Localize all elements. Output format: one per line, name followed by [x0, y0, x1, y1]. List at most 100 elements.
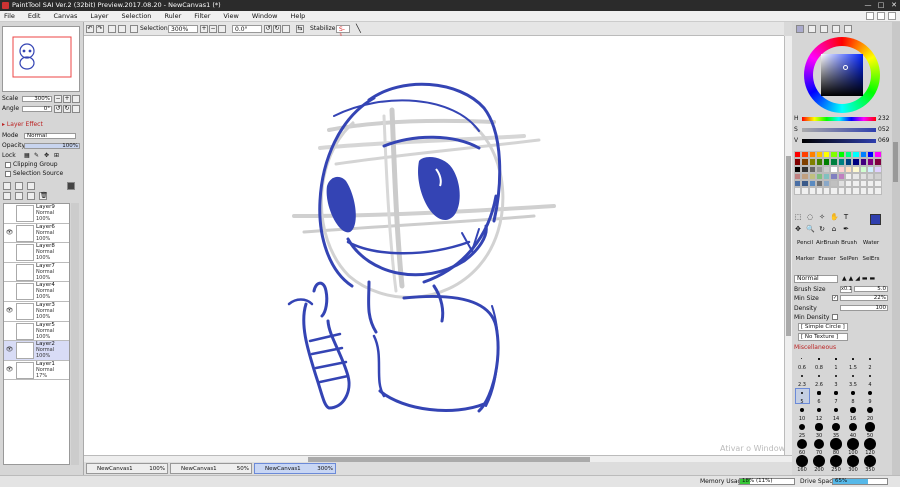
swatches-tab-icon[interactable]: [832, 25, 840, 33]
close-button[interactable]: ✕: [888, 0, 900, 11]
color-swatch[interactable]: [859, 151, 867, 159]
color-swatch[interactable]: [845, 165, 853, 173]
brush-size-dot[interactable]: [852, 358, 854, 360]
lasso-icon[interactable]: ◌: [806, 213, 814, 221]
color-swatch[interactable]: [837, 180, 846, 188]
color-swatch[interactable]: [794, 151, 802, 159]
tool-airbrush[interactable]: AirBrush: [816, 240, 839, 246]
color-swatch[interactable]: [830, 172, 838, 181]
angle-ccw-button[interactable]: ↺: [54, 105, 62, 113]
brush-size-dot[interactable]: [834, 374, 838, 378]
layer-row[interactable]: Layer8 Normal 100%: [4, 243, 69, 263]
color-swatch[interactable]: [859, 158, 867, 166]
color-swatch[interactable]: [866, 180, 875, 188]
layer-row[interactable]: 👁 Layer1 Normal 17%: [4, 360, 69, 381]
menu-file[interactable]: File: [4, 12, 15, 20]
brush-size-dot[interactable]: [813, 455, 825, 467]
brush-size-dot[interactable]: [851, 374, 855, 378]
color-swatch[interactable]: [830, 158, 838, 166]
clipping-group-row[interactable]: Clipping Group: [2, 161, 80, 169]
color-swatch[interactable]: [794, 187, 802, 195]
scratchpad-tab-icon[interactable]: [844, 25, 852, 33]
layer-visibility-icon[interactable]: 👁: [5, 346, 14, 355]
brush-size-dot[interactable]: [816, 407, 822, 413]
layer-visibility-icon[interactable]: [5, 268, 14, 277]
zoom-in-button[interactable]: +: [200, 25, 208, 33]
brush-mode-select[interactable]: Normal: [794, 275, 838, 283]
rgb-slider-tab-icon[interactable]: [808, 25, 816, 33]
document-tab[interactable]: NewCanvas1 300%: [254, 463, 336, 474]
layer-visibility-icon[interactable]: [5, 327, 14, 336]
menu-help[interactable]: Help: [290, 12, 305, 20]
brush-size-dot[interactable]: [834, 391, 838, 395]
color-wheel-tab-icon[interactable]: [796, 25, 804, 33]
brush-size-dot[interactable]: [864, 438, 876, 450]
scale-minus-button[interactable]: −: [54, 95, 62, 103]
color-swatch[interactable]: [874, 172, 882, 181]
redo-icon[interactable]: ↷: [96, 25, 104, 33]
brush-size-dot[interactable]: [868, 391, 872, 395]
color-swatch[interactable]: [808, 187, 816, 195]
layer-row[interactable]: Layer4 Normal 100%: [4, 282, 69, 302]
lock-paint-icon[interactable]: ✎: [34, 152, 39, 160]
color-swatch[interactable]: [823, 172, 831, 181]
color-swatch[interactable]: [823, 180, 831, 188]
brush-shape-presets[interactable]: ▲▲◢▬▬: [842, 275, 888, 283]
doc-close-button[interactable]: [888, 12, 896, 20]
color-swatch[interactable]: [852, 180, 860, 188]
color-swatch[interactable]: [837, 187, 846, 195]
color-swatch[interactable]: [794, 158, 802, 166]
scale-plus-button[interactable]: +: [63, 95, 71, 103]
zoom-out-button[interactable]: −: [209, 25, 217, 33]
min-density-checkbox[interactable]: [832, 314, 838, 320]
value-slider[interactable]: [802, 139, 876, 143]
brush-size-dot[interactable]: [801, 375, 803, 377]
tool-pencil[interactable]: Pencil: [794, 240, 816, 246]
color-swatch[interactable]: [815, 180, 824, 188]
layer-effect-header[interactable]: ▸ Layer Effect: [2, 121, 80, 129]
angle-cw-button[interactable]: ↻: [63, 105, 71, 113]
maximize-button[interactable]: □: [875, 0, 887, 11]
selection-visibility-icon[interactable]: [130, 25, 138, 33]
brush-size-dot[interactable]: [847, 455, 859, 467]
eyedropper-icon[interactable]: ✒: [842, 225, 850, 233]
brush-size-dot[interactable]: [796, 438, 808, 450]
menu-edit[interactable]: Edit: [28, 12, 41, 20]
tool-marker[interactable]: Marker: [794, 256, 816, 262]
canvas-vertical-scrollbar[interactable]: [784, 36, 792, 455]
brush-size-dot[interactable]: [817, 374, 821, 378]
rotate-reset-button[interactable]: [282, 25, 290, 33]
lock-all-icon[interactable]: ⊞: [54, 152, 59, 160]
saturation-slider[interactable]: [802, 128, 876, 132]
rotate-left-button[interactable]: ↺: [264, 25, 272, 33]
brush-size-dot[interactable]: [835, 358, 837, 360]
color-swatch[interactable]: [823, 151, 831, 159]
blend-mode-select[interactable]: Normal: [24, 133, 76, 139]
brush-size-dot[interactable]: [796, 455, 808, 467]
color-swatch[interactable]: [859, 172, 867, 181]
color-wheel[interactable]: [804, 37, 880, 113]
flip-icon[interactable]: ⇆: [296, 25, 304, 33]
transfer-down-icon[interactable]: [3, 192, 11, 200]
navigator-preview[interactable]: [2, 26, 80, 92]
minimize-button[interactable]: —: [862, 0, 874, 11]
color-swatch[interactable]: [852, 172, 860, 181]
min-size-checkbox[interactable]: ✓: [832, 295, 838, 301]
lock-transparency-icon[interactable]: ▦: [24, 152, 30, 160]
angle-slider[interactable]: 0°: [22, 106, 52, 112]
angle-reset-button[interactable]: [72, 105, 80, 113]
color-swatch[interactable]: [815, 158, 824, 166]
layer-row[interactable]: Layer7 Normal 100%: [4, 262, 69, 283]
color-swatch[interactable]: [874, 165, 882, 173]
layer-visibility-icon[interactable]: [5, 209, 14, 218]
brush-shape-select[interactable]: [ Simple Circle ]: [798, 323, 848, 331]
clipping-group-checkbox[interactable]: [5, 162, 11, 168]
color-swatch[interactable]: [866, 151, 875, 159]
doc-restore-button[interactable]: [877, 12, 885, 20]
brush-size-dot[interactable]: [832, 423, 840, 431]
density-slider[interactable]: 100: [840, 305, 888, 311]
color-swatch[interactable]: [874, 151, 882, 159]
layer-visibility-icon[interactable]: [5, 248, 14, 257]
brush-size-dot[interactable]: [867, 407, 873, 413]
tool-brush[interactable]: Brush: [838, 240, 860, 246]
